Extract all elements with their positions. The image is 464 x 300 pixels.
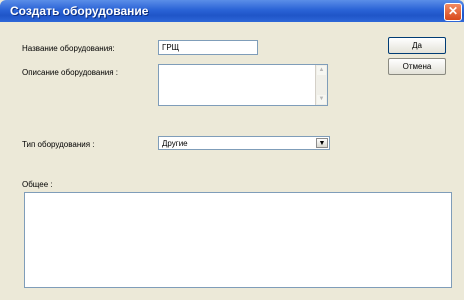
scroll-up-icon[interactable]: ▲ [317,66,326,75]
scroll-down-icon[interactable]: ▼ [317,95,326,104]
equipment-type-value: Другие [162,139,188,148]
equipment-type-select[interactable]: Другие ▼ [158,136,330,150]
window-title: Создать оборудование [10,4,149,18]
chevron-down-icon[interactable]: ▼ [316,138,328,148]
equipment-type-label: Тип оборудования : [22,140,95,149]
title-bar[interactable]: Создать оборудование ✕ [0,0,464,22]
equipment-name-input[interactable]: ГРЩ [158,40,258,55]
cancel-button[interactable]: Отмена [388,58,446,75]
close-icon: ✕ [447,4,459,18]
equipment-description-label: Описание оборудования : [22,68,118,77]
equipment-description-input[interactable]: ▲ ▼ [158,64,328,106]
create-equipment-dialog: Создать оборудование ✕ Название оборудов… [0,0,464,300]
general-textarea[interactable] [24,192,452,288]
general-label: Общее : [22,180,53,189]
equipment-name-value: ГРЩ [162,43,180,52]
close-button[interactable]: ✕ [444,3,462,21]
ok-button[interactable]: Да [388,37,446,54]
equipment-name-label: Название оборудования: [22,44,115,53]
description-scrollbar[interactable]: ▲ ▼ [315,65,327,105]
